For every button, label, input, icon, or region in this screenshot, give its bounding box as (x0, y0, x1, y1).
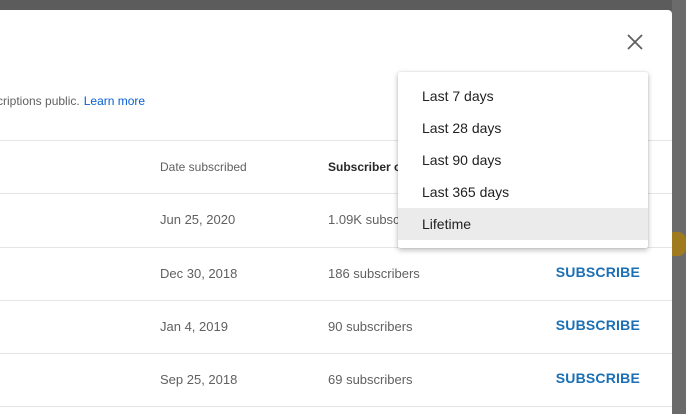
date-cell: Jan 4, 2019 (160, 319, 228, 334)
menu-item-lifetime[interactable]: Lifetime (398, 208, 648, 240)
menu-item-last-7-days[interactable]: Last 7 days (398, 80, 648, 112)
menu-item-last-365-days[interactable]: Last 365 days (398, 176, 648, 208)
info-text: criptions public. (0, 94, 80, 108)
period-dropdown-menu: Last 7 days Last 28 days Last 90 days La… (398, 72, 648, 248)
background-page-edge (672, 0, 686, 414)
table-row: Dec 30, 2018 186 subscribers SUBSCRIBE (0, 247, 672, 300)
date-cell: Dec 30, 2018 (160, 266, 238, 281)
subscribers-cell: 69 subscribers (328, 372, 413, 387)
menu-item-last-28-days[interactable]: Last 28 days (398, 112, 648, 144)
menu-item-label: Last 365 days (422, 184, 510, 200)
subscribers-cell: 186 subscribers (328, 266, 420, 281)
column-header-subscribers[interactable]: Subscriber c (328, 160, 401, 174)
background-top-bar (0, 0, 686, 10)
subscribe-button[interactable]: SUBSCRIBE (556, 264, 640, 280)
menu-item-last-90-days[interactable]: Last 90 days (398, 144, 648, 176)
menu-item-label: Last 90 days (422, 152, 502, 168)
date-cell: Jun 25, 2020 (160, 212, 236, 227)
learn-more-link[interactable]: Learn more (84, 94, 145, 108)
table-row: Sep 25, 2018 69 subscribers SUBSCRIBE (0, 353, 672, 406)
menu-item-label: Last 28 days (422, 120, 502, 136)
close-icon (627, 34, 643, 50)
table-row: Jan 4, 2019 90 subscribers SUBSCRIBE (0, 300, 672, 353)
subscribers-cell: 90 subscribers (328, 319, 413, 334)
subscribe-button[interactable]: SUBSCRIBE (556, 317, 640, 333)
date-cell: Sep 25, 2018 (160, 372, 238, 387)
background-decoration (672, 232, 686, 256)
subscribers-cell: 1.09K subsc (328, 212, 400, 227)
info-line: criptions public. Learn more (0, 94, 145, 108)
row-divider (0, 406, 672, 407)
subscribe-button[interactable]: SUBSCRIBE (556, 370, 640, 386)
close-button[interactable] (623, 30, 647, 54)
column-header-date[interactable]: Date subscribed (160, 160, 247, 174)
menu-item-label: Last 7 days (422, 88, 494, 104)
menu-item-label: Lifetime (422, 216, 472, 232)
